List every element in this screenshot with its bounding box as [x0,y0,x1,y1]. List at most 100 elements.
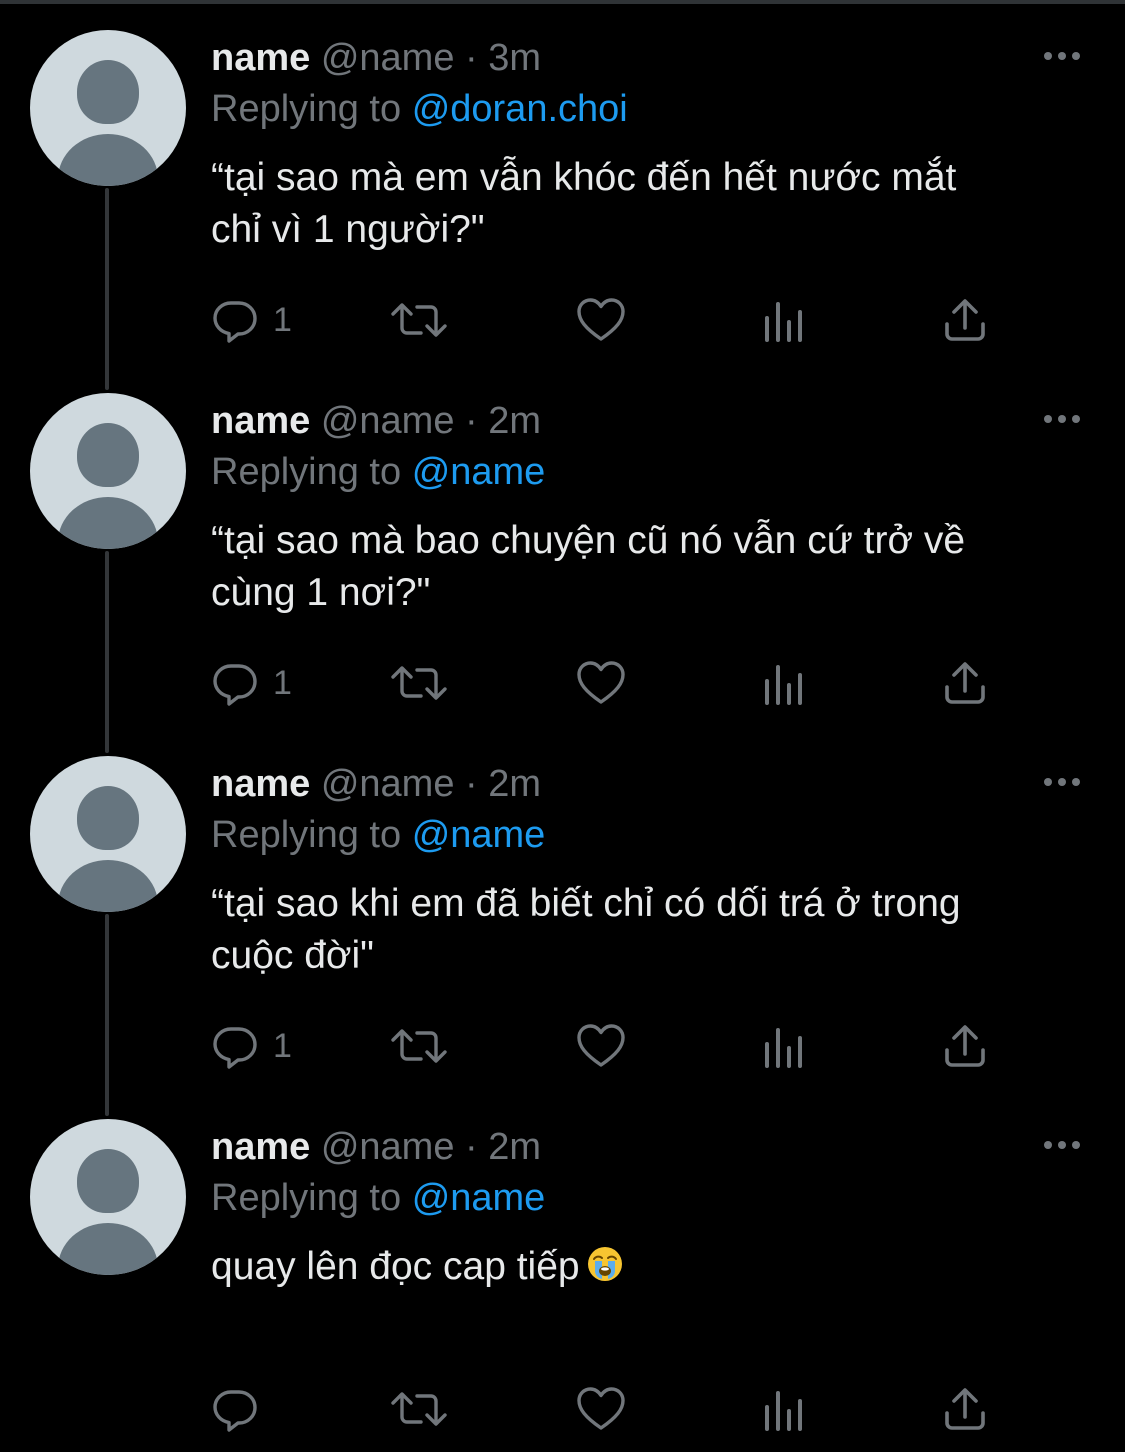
thread-connector-line [105,188,109,390]
retweet-icon [389,296,449,344]
reply-button[interactable]: 1 [211,1018,292,1074]
default-avatar-body [58,134,158,186]
tweet-actions: 1 [211,1018,1011,1074]
reply-button[interactable] [211,1381,273,1437]
heart-icon [576,1022,626,1070]
user-handle[interactable]: @name [321,763,455,805]
thread-connector-line [105,914,109,1116]
replying-to: Replying to @name [211,813,545,857]
timestamp[interactable]: 3m [488,37,541,79]
share-button[interactable] [941,655,989,711]
tweet[interactable]: name @name · 3m Replying to @doran.choi … [0,0,1125,390]
retweet-icon [389,659,449,707]
views-button[interactable] [759,292,807,348]
share-icon [941,296,989,344]
tweet[interactable]: name @name · 2m Replying to @name “tại s… [0,363,1125,753]
views-button[interactable] [759,655,807,711]
display-name[interactable]: name [211,37,310,79]
tweet-text: “tại sao khi em đã biết chỉ có dối trá ở… [211,882,961,977]
reply-icon [211,1385,259,1433]
tweet-header: name @name · 2m [211,1125,541,1169]
tweet-header: name @name · 2m [211,399,541,443]
views-icon [759,659,807,707]
tweet-actions: 1 [211,655,1011,711]
user-handle[interactable]: @name [321,400,455,442]
reply-icon [211,659,259,707]
retweet-button[interactable] [389,1018,449,1074]
avatar[interactable] [30,1119,186,1275]
tweet-header: name @name · 2m [211,762,541,806]
avatar[interactable] [30,393,186,549]
replying-to-mention[interactable]: @name [412,451,546,493]
tweet-header: name @name · 3m [211,36,541,80]
avatar[interactable] [30,30,186,186]
retweet-button[interactable] [389,655,449,711]
replying-to-mention[interactable]: @name [412,814,546,856]
default-avatar-head [77,423,139,487]
tweet-thread: name @name · 3m Replying to @doran.choi … [0,0,1125,1432]
heart-icon [576,1385,626,1433]
reply-icon [211,296,259,344]
user-handle[interactable]: @name [321,37,455,79]
replying-to-mention[interactable]: @doran.choi [412,88,628,130]
loudly-crying-face-emoji-icon [586,1245,624,1283]
reply-button[interactable]: 1 [211,292,292,348]
timestamp[interactable]: 2m [488,763,541,805]
share-button[interactable] [941,292,989,348]
more-horizontal-icon[interactable] [1040,1133,1084,1157]
retweet-button[interactable] [389,1381,449,1437]
replying-to-label: Replying to [211,814,402,856]
timestamp[interactable]: 2m [488,400,541,442]
tweet-actions: 1 [211,292,1011,348]
more-horizontal-icon[interactable] [1040,44,1084,68]
replying-to-mention[interactable]: @name [412,1177,546,1219]
share-icon [941,659,989,707]
retweet-button[interactable] [389,292,449,348]
reply-icon [211,1022,259,1070]
tweet[interactable]: name @name · 2m Replying to @name quay l… [0,1089,1125,1452]
tweet-text: “tại sao mà bao chuyện cũ nó vẫn cứ trở … [211,519,966,614]
default-avatar-body [58,1223,158,1275]
separator-dot: · [465,1126,478,1168]
like-button[interactable] [576,292,626,348]
views-icon [759,296,807,344]
retweet-icon [389,1385,449,1433]
more-horizontal-icon[interactable] [1040,770,1084,794]
heart-icon [576,296,626,344]
retweet-icon [389,1022,449,1070]
views-icon [759,1022,807,1070]
replying-to: Replying to @name [211,450,545,494]
replying-to-label: Replying to [211,88,402,130]
tweet-text: quay lên đọc cap tiếp [211,1245,580,1288]
reply-count: 1 [273,1027,292,1065]
like-button[interactable] [576,1381,626,1437]
share-icon [941,1385,989,1433]
default-avatar-body [58,497,158,549]
separator-dot: · [465,763,478,805]
avatar[interactable] [30,756,186,912]
user-handle[interactable]: @name [321,1126,455,1168]
like-button[interactable] [576,655,626,711]
views-button[interactable] [759,1018,807,1074]
like-button[interactable] [576,1018,626,1074]
default-avatar-head [77,786,139,850]
share-icon [941,1022,989,1070]
replying-to-label: Replying to [211,1177,402,1219]
share-button[interactable] [941,1018,989,1074]
default-avatar-body [58,860,158,912]
display-name[interactable]: name [211,763,310,805]
reply-count: 1 [273,301,292,339]
more-horizontal-icon[interactable] [1040,407,1084,431]
views-button[interactable] [759,1381,807,1437]
reply-button[interactable]: 1 [211,655,292,711]
separator-dot: · [465,37,478,79]
reply-count: 1 [273,664,292,702]
display-name[interactable]: name [211,1126,310,1168]
tweet[interactable]: name @name · 2m Replying to @name “tại s… [0,726,1125,1116]
timestamp[interactable]: 2m [488,1126,541,1168]
display-name[interactable]: name [211,400,310,442]
share-button[interactable] [941,1381,989,1437]
replying-to-label: Replying to [211,451,402,493]
tweet-text: “tại sao mà em vẫn khóc đến hết nước mắt… [211,156,957,251]
heart-icon [576,659,626,707]
